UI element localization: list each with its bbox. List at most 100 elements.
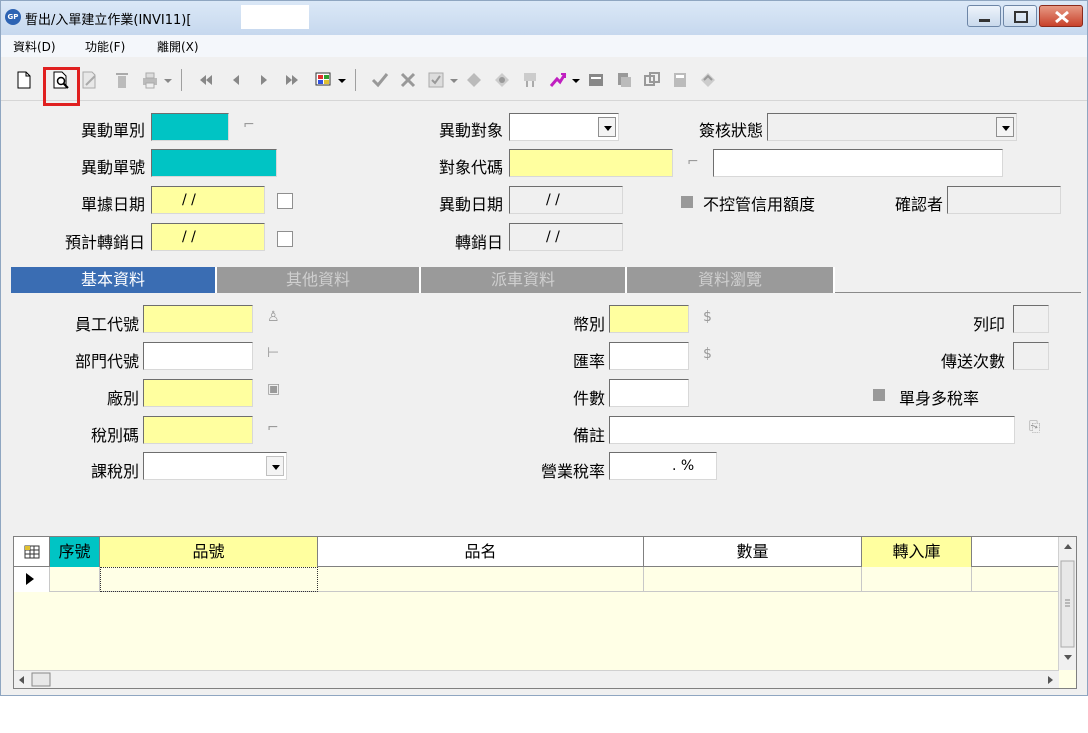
org-chart-icon[interactable]: ⊢ — [267, 345, 279, 361]
delete-icon[interactable] — [113, 71, 131, 89]
next-icon[interactable] — [255, 71, 273, 89]
menu-data[interactable]: 資料(D) — [13, 38, 56, 55]
tab-basic[interactable]: 基本資料 — [11, 267, 217, 293]
report-icon[interactable] — [521, 71, 539, 89]
query-icon[interactable] — [315, 71, 333, 89]
tab-dispatch[interactable]: 派車資料 — [421, 267, 627, 293]
col-seq[interactable]: 序號 — [50, 537, 100, 567]
employee-code-field[interactable] — [143, 305, 253, 333]
cell-quantity[interactable] — [644, 567, 862, 592]
first-icon[interactable] — [197, 71, 215, 89]
sales-tax-rate-label: 營業稅率 — [540, 462, 605, 481]
window-title: 暫出/入單建立作業(INVI11)[ — [25, 13, 192, 28]
cell-transfer-in-warehouse[interactable] — [862, 567, 972, 592]
dept-code-field[interactable] — [143, 342, 253, 370]
confirm-icon[interactable] — [371, 71, 389, 89]
horizontal-scrollbar[interactable] — [14, 670, 1059, 688]
plant-label: 廠別 — [106, 389, 139, 408]
cancel-icon[interactable] — [399, 71, 417, 89]
remark-field[interactable] — [609, 416, 1015, 444]
tax-code-label: 稅別碼 — [90, 426, 139, 445]
prev-icon[interactable] — [227, 71, 245, 89]
expected-writeoff-field[interactable]: / / — [151, 223, 265, 251]
tax-type-label: 課稅別 — [90, 462, 139, 481]
col-item-name[interactable]: 品名 — [318, 537, 644, 567]
print-label: 列印 — [972, 315, 1005, 334]
pieces-label: 件數 — [572, 389, 605, 408]
approve-icon[interactable] — [427, 71, 445, 89]
table-row[interactable] — [14, 567, 1059, 592]
expected-writeoff-label: 預計轉銷日 — [64, 233, 145, 252]
lookup-icon[interactable]: ⌐ — [243, 117, 255, 133]
new-doc-icon[interactable] — [15, 71, 33, 89]
no-credit-control-checkbox[interactable] — [681, 196, 693, 208]
link-icon[interactable] — [493, 71, 511, 89]
approve-dropdown-icon[interactable] — [449, 71, 459, 89]
tab-bar: 基本資料 其他資料 派車資料 資料瀏覽 — [11, 267, 1081, 293]
doc-date-calendar-button[interactable] — [277, 193, 293, 209]
building-icon[interactable]: ▣ — [267, 381, 280, 397]
target-select[interactable] — [509, 113, 619, 141]
col-item-no[interactable]: 品號 — [100, 537, 318, 567]
export-icon[interactable] — [587, 71, 605, 89]
chevron-down-icon — [996, 117, 1014, 137]
person-icon[interactable]: ♙ — [267, 309, 280, 325]
approval-status-select[interactable] — [767, 113, 1017, 141]
multi-tax-checkbox[interactable] — [873, 389, 885, 401]
tab-browse[interactable]: 資料瀏覽 — [627, 267, 835, 293]
currency-field[interactable] — [609, 305, 689, 333]
chart-icon[interactable] — [549, 71, 567, 89]
toolbar-separator — [181, 69, 182, 91]
toolbar — [1, 59, 1087, 101]
tool-icon[interactable] — [671, 71, 689, 89]
lookup-icon[interactable]: ⌐ — [267, 420, 279, 436]
no-credit-control-label: 不控管信用額度 — [703, 195, 816, 214]
target-name-field[interactable] — [713, 149, 1003, 177]
import-icon[interactable] — [615, 71, 633, 89]
col-transfer-in-warehouse[interactable]: 轉入庫 — [862, 537, 972, 567]
doc-type-field[interactable] — [151, 113, 229, 141]
maximize-button[interactable] — [1003, 5, 1037, 27]
menu-bar: 資料(D) 功能(F) 離開(X) — [1, 35, 1087, 57]
sales-tax-rate-field[interactable]: . % — [609, 452, 717, 480]
target-code-field[interactable] — [509, 149, 673, 177]
exchange-rate-field[interactable] — [609, 342, 689, 370]
doc-no-field[interactable] — [151, 149, 277, 177]
plant-field[interactable] — [143, 379, 253, 407]
close-button[interactable] — [1039, 5, 1083, 27]
print-icon[interactable] — [141, 71, 159, 89]
note-icon[interactable]: ⎘ — [1029, 419, 1040, 435]
dollar-icon[interactable]: $ — [703, 309, 712, 325]
menu-exit[interactable]: 離開(X) — [157, 38, 199, 55]
detail-grid: 序號 品號 品名 數量 轉入庫 — [13, 536, 1077, 689]
cell-item-no[interactable] — [100, 567, 318, 592]
exit-icon[interactable] — [699, 71, 717, 89]
edit-icon[interactable] — [81, 71, 99, 89]
doc-date-field[interactable]: / / — [151, 186, 265, 214]
tax-type-select[interactable] — [143, 452, 287, 480]
last-icon[interactable] — [283, 71, 301, 89]
grid-settings-icon[interactable] — [14, 537, 50, 567]
col-quantity[interactable]: 數量 — [644, 537, 862, 567]
minimize-button[interactable] — [967, 5, 1001, 27]
tab-other[interactable]: 其他資料 — [217, 267, 421, 293]
tax-code-field[interactable] — [143, 416, 253, 444]
window-icon[interactable] — [643, 71, 661, 89]
vertical-scrollbar[interactable] — [1058, 537, 1076, 670]
exchange-rate-label: 匯率 — [572, 352, 605, 371]
confirmer-label: 確認者 — [894, 195, 943, 214]
copy-icon[interactable] — [465, 71, 483, 89]
lookup-icon[interactable]: ⌐ — [687, 154, 699, 170]
cell-item-name[interactable] — [318, 567, 644, 592]
col-empty — [972, 537, 1059, 567]
pieces-field[interactable] — [609, 379, 689, 407]
remark-label: 備註 — [572, 426, 605, 445]
query-dropdown-icon[interactable] — [337, 71, 347, 89]
expected-writeoff-calendar-button[interactable] — [277, 231, 293, 247]
chart-dropdown-icon[interactable] — [571, 71, 581, 89]
cell-seq[interactable] — [50, 567, 100, 592]
print-dropdown-icon[interactable] — [163, 71, 173, 89]
toolbar-separator — [355, 69, 356, 91]
dollar-icon[interactable]: $ — [703, 346, 712, 362]
menu-function[interactable]: 功能(F) — [85, 38, 125, 55]
